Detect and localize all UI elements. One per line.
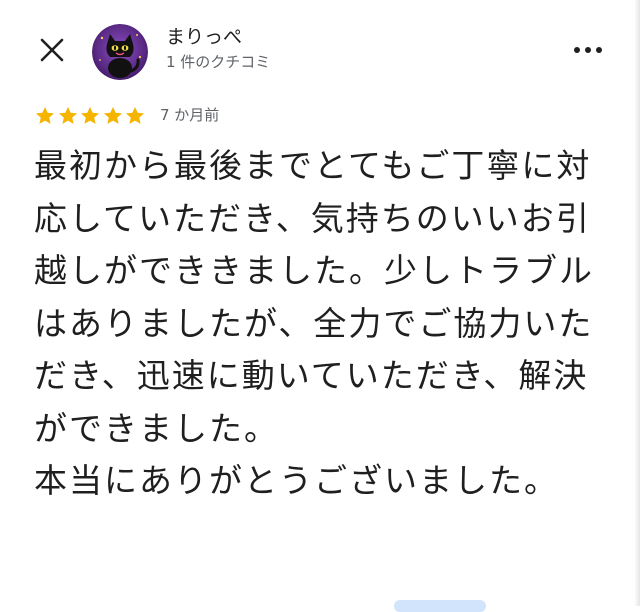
close-icon <box>40 38 64 62</box>
more-vertical-icon <box>574 47 602 53</box>
partial-bottom-element <box>394 600 486 612</box>
edge-shadow <box>634 0 640 606</box>
star-icon <box>126 107 144 124</box>
more-options-button[interactable] <box>566 30 610 70</box>
star-icon <box>58 107 77 124</box>
star-icon <box>103 107 122 124</box>
avatar[interactable] <box>92 24 148 80</box>
close-button[interactable] <box>30 28 74 72</box>
review-text: 最初から最後までとてもご丁寧に対応していただき、気持ちのいいお引越しができきまし… <box>34 140 606 508</box>
black-cat-avatar-icon <box>92 24 148 80</box>
review-date: 7 か月前 <box>160 106 220 124</box>
review-count[interactable]: 1 件のクチコミ <box>166 52 270 72</box>
reviewer-name[interactable]: まりっぺ <box>166 25 242 49</box>
review-paragraph: 最初から最後までとてもご丁寧に対応していただき、気持ちのいいお引越しができきまし… <box>34 146 594 448</box>
review-detail-screen: まりっぺ 1 件のクチコミ 7 か月前 最初から最後までとてもご丁寧に対応してい… <box>0 0 640 612</box>
star-rating <box>34 105 147 127</box>
review-paragraph: 本当にありがとうございました。 <box>34 461 559 500</box>
star-icon <box>36 107 54 124</box>
star-icon <box>81 107 99 124</box>
